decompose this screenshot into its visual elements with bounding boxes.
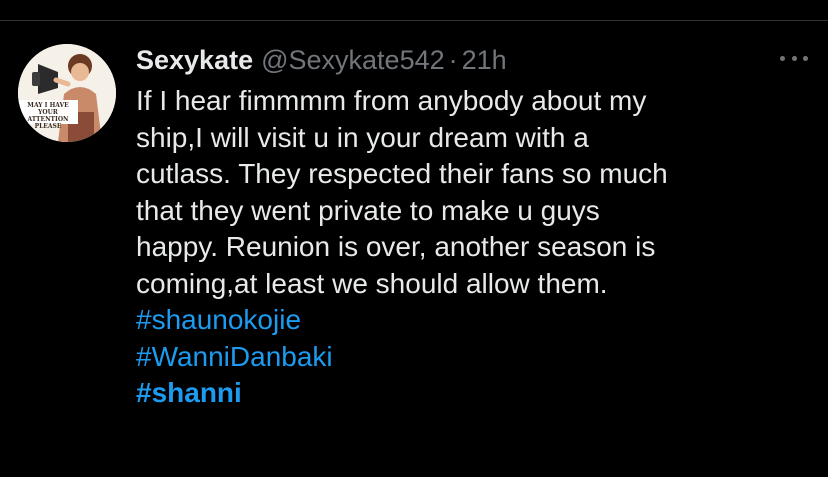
more-dot (780, 55, 785, 61)
tweet-text-line: happy. Reunion is over, another season i… (136, 231, 656, 262)
tweet-text-line: that they went private to make u guys (136, 194, 600, 226)
tweet-text: If I hear fimmmm from anybody about my s… (136, 83, 796, 412)
avatar-banner-text: MAY I HAVE YOUR ATTENTION PLEASE (27, 102, 69, 130)
more-dot (803, 55, 808, 61)
hashtag-link[interactable]: #shanni (136, 375, 796, 412)
tweet-timestamp[interactable]: 21h (462, 38, 507, 82)
tweet-header: Sexykate @Sexykate542 · 21h (136, 38, 806, 82)
more-dot (791, 55, 797, 61)
hashtag-link[interactable]: #shaunokojie (136, 302, 796, 339)
avatar[interactable]: MAY I HAVE YOUR ATTENTION PLEASE (18, 44, 116, 142)
more-options-icon[interactable] (780, 54, 808, 62)
author-handle[interactable]: @Sexykate542 (261, 38, 445, 82)
tweet-content: Sexykate @Sexykate542 · 21h If I hear fi… (136, 38, 806, 412)
tweet-text-line: coming,at least we should allow them. (136, 267, 608, 299)
tweet-text-line: ship,I will visit u in your dream with a (136, 121, 589, 153)
separator-dot: · (448, 45, 458, 75)
tweet-text-line: cutlass. They respected their fans so mu… (136, 158, 668, 189)
top-divider (0, 20, 828, 21)
hashtag-link[interactable]: #WanniDanbaki (136, 339, 796, 376)
author-display-name[interactable]: Sexykate (136, 38, 253, 82)
tweet-text-line: If I hear fimmmm from anybody about my (136, 85, 647, 116)
